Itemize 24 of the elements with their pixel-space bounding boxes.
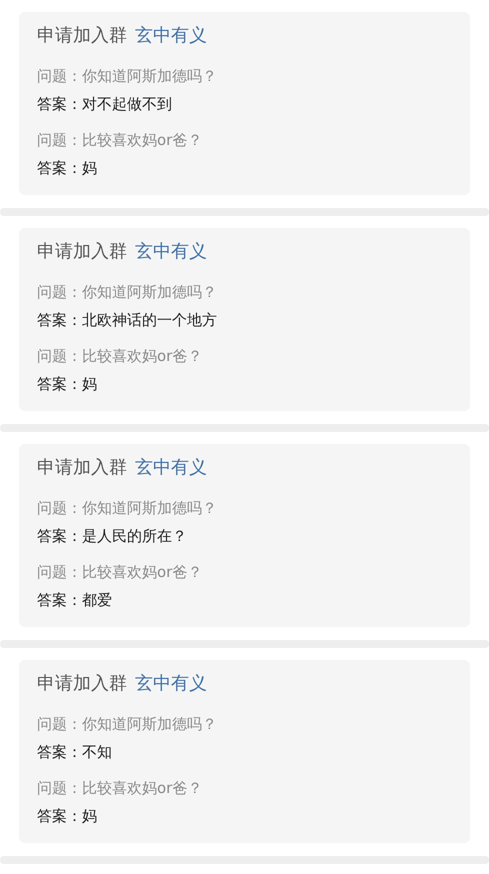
question-text: 问题：比较喜欢妈or爸？ (37, 346, 204, 367)
question-text: 问题：你知道阿斯加德吗？ (37, 66, 218, 87)
question-text: 问题：比较喜欢妈or爸？ (37, 130, 204, 151)
answer-text: 答案：妈 (37, 158, 98, 179)
question-text: 问题：你知道阿斯加德吗？ (37, 498, 218, 519)
answer-text: 答案：都爱 (37, 590, 113, 611)
group-link[interactable]: 玄中有义 (135, 670, 207, 698)
answer-text: 答案：妈 (37, 374, 98, 395)
group-link[interactable]: 玄中有义 (135, 238, 207, 266)
answer-text: 答案：对不起做不到 (37, 94, 173, 115)
question-text: 问题：你知道阿斯加德吗？ (37, 282, 218, 303)
request-label: 申请加入群 (37, 240, 127, 264)
question-text: 问题：比较喜欢妈or爸？ (37, 562, 204, 583)
request-label: 申请加入群 (37, 672, 127, 696)
answer-text: 答案：北欧神话的一个地方 (37, 310, 218, 331)
group-link[interactable]: 玄中有义 (135, 454, 207, 482)
request-label: 申请加入群 (37, 456, 127, 480)
question-text: 问题：你知道阿斯加德吗？ (37, 714, 218, 735)
answer-text: 答案：不知 (37, 742, 113, 763)
group-link[interactable]: 玄中有义 (135, 22, 207, 50)
question-text: 问题：比较喜欢妈or爸？ (37, 778, 204, 799)
answer-text: 答案：妈 (37, 806, 98, 827)
answer-text: 答案：是人民的所在？ (37, 526, 188, 547)
request-label: 申请加入群 (37, 24, 127, 48)
